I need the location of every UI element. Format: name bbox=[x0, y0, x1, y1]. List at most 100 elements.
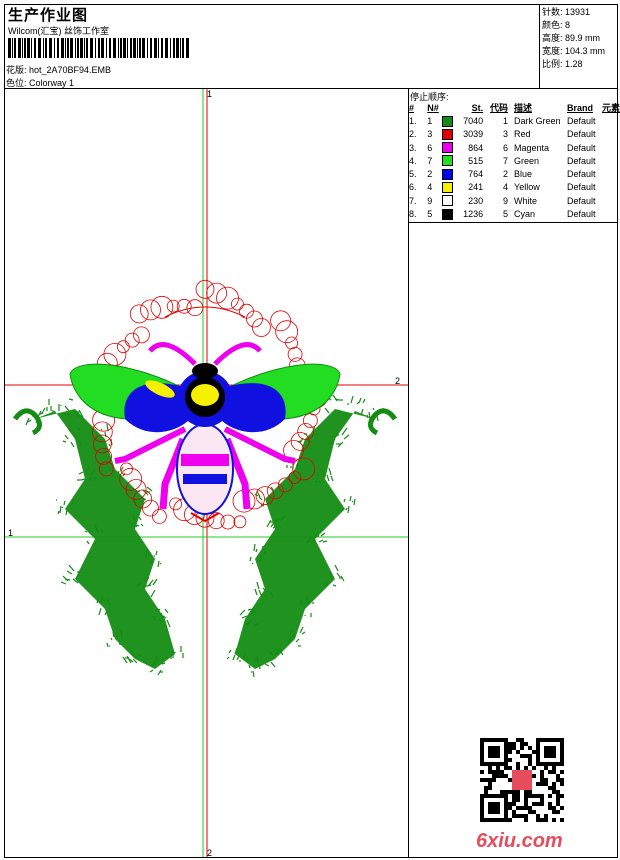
row-stitches: 764 bbox=[468, 169, 484, 180]
row-brand: Default bbox=[566, 155, 596, 166]
table-row: 3. 6 864 6 Magenta Default bbox=[409, 141, 620, 154]
row-element bbox=[602, 128, 620, 141]
row-brand: Default bbox=[566, 129, 596, 140]
color-swatch bbox=[439, 207, 455, 220]
table-row: 6. 4 241 4 Yellow Default bbox=[409, 181, 620, 194]
row-code: 5 bbox=[503, 209, 509, 220]
axis-label-right: 2 bbox=[395, 376, 401, 386]
col-header-swatch bbox=[439, 101, 455, 114]
stop-sequence-table: # N# St. 代码 描述 Brand 元素 1. 1 7040 1 Dark Gre… bbox=[409, 101, 620, 221]
row-element bbox=[602, 167, 620, 180]
axis-label-left: 1 bbox=[8, 528, 14, 538]
design-ratio: 比例: 1.28 bbox=[542, 59, 583, 69]
row-brand: Default bbox=[566, 195, 596, 206]
row-stitches: 230 bbox=[468, 195, 484, 206]
axis-label-bottom: 2 bbox=[207, 848, 213, 858]
row-code: 6 bbox=[503, 142, 509, 153]
row-description: Dark Green bbox=[514, 115, 561, 126]
color-swatch bbox=[439, 154, 455, 167]
table-row: 5. 2 764 2 Blue Default bbox=[409, 167, 620, 180]
table-row: 1. 1 7040 1 Dark Green Default bbox=[409, 114, 620, 127]
color-swatch bbox=[439, 141, 455, 154]
row-element bbox=[602, 141, 620, 154]
row-index: 1. bbox=[409, 115, 417, 126]
row-element bbox=[602, 194, 620, 207]
qr-code-icon[interactable] bbox=[480, 738, 564, 822]
table-row: 7. 9 230 9 White Default bbox=[409, 194, 620, 207]
studio-name: Wilcom(汇宝) 丝饰工作室 bbox=[8, 26, 109, 36]
row-needle: 3 bbox=[427, 129, 433, 140]
color-swatch bbox=[439, 194, 455, 207]
row-element bbox=[602, 207, 620, 220]
row-description: Yellow bbox=[514, 182, 540, 193]
design-width: 宽度: 104.3 mm bbox=[542, 46, 606, 56]
row-brand: Default bbox=[566, 115, 596, 126]
table-row: 2. 3 3039 3 Red Default bbox=[409, 128, 620, 141]
color-count: 颜色: 8 bbox=[542, 20, 571, 30]
row-description: Blue bbox=[514, 169, 533, 180]
row-element bbox=[602, 154, 620, 167]
color-swatch bbox=[439, 167, 455, 180]
row-needle: 1 bbox=[427, 115, 433, 126]
row-stitches: 241 bbox=[468, 182, 484, 193]
col-header-index: # bbox=[409, 102, 415, 113]
row-index: 2. bbox=[409, 129, 417, 140]
design-height: 高度: 89.9 mm bbox=[542, 33, 601, 43]
row-needle: 6 bbox=[427, 142, 433, 153]
row-code: 7 bbox=[503, 155, 509, 166]
row-description: Red bbox=[514, 129, 531, 140]
row-index: 3. bbox=[409, 142, 417, 153]
design-stats: 针数: 13931 颜色: 8 高度: 89.9 mm 宽度: 104.3 mm… bbox=[542, 6, 605, 71]
row-code: 9 bbox=[503, 195, 509, 206]
colorway-label: 色位: Colorway 1 bbox=[6, 78, 75, 88]
row-stitches: 515 bbox=[468, 155, 484, 166]
row-code: 2 bbox=[503, 169, 509, 180]
table-row: 8. 5 1236 5 Cyan Default bbox=[409, 207, 620, 220]
stitch-count: 针数: 13931 bbox=[542, 7, 591, 17]
row-element bbox=[602, 181, 620, 194]
stats-divider bbox=[539, 4, 540, 88]
col-header-needle: N# bbox=[427, 102, 439, 113]
row-needle: 7 bbox=[427, 155, 433, 166]
row-description: Green bbox=[514, 155, 540, 166]
col-header-brand: Brand bbox=[566, 102, 593, 113]
row-stitches: 7040 bbox=[463, 115, 484, 126]
row-code: 4 bbox=[503, 182, 509, 193]
design-preview bbox=[5, 89, 408, 857]
color-swatch bbox=[439, 181, 455, 194]
col-header-stitches: St. bbox=[471, 102, 484, 113]
row-brand: Default bbox=[566, 169, 596, 180]
row-brand: Default bbox=[566, 142, 596, 153]
row-index: 4. bbox=[409, 155, 417, 166]
row-stitches: 1236 bbox=[463, 209, 484, 220]
row-stitches: 3039 bbox=[463, 129, 484, 140]
row-description: Magenta bbox=[514, 142, 550, 153]
row-element bbox=[602, 114, 620, 127]
design-file-name: 花版: hot_2A70BF94.EMB bbox=[6, 65, 112, 75]
row-code: 3 bbox=[503, 129, 509, 140]
row-description: Cyan bbox=[514, 209, 536, 220]
row-needle: 5 bbox=[427, 209, 433, 220]
row-brand: Default bbox=[566, 209, 596, 220]
row-description: White bbox=[514, 195, 538, 206]
color-swatch bbox=[439, 114, 455, 127]
row-index: 5. bbox=[409, 169, 417, 180]
row-stitches: 864 bbox=[468, 142, 484, 153]
color-swatch bbox=[439, 128, 455, 141]
barcode-icon bbox=[8, 38, 189, 58]
page-title: 生产作业图 bbox=[8, 7, 89, 24]
col-header-element: 元素 bbox=[601, 103, 620, 114]
table-row: 4. 7 515 7 Green Default bbox=[409, 154, 620, 167]
table-divider bbox=[408, 222, 618, 223]
row-needle: 9 bbox=[427, 195, 433, 206]
col-header-code: 代码 bbox=[490, 103, 509, 114]
row-index: 8. bbox=[409, 209, 417, 220]
col-header-description: 描述 bbox=[514, 103, 533, 114]
table-header-row: # N# St. 代码 描述 Brand 元素 bbox=[409, 101, 620, 114]
site-logo: 6xiu.com bbox=[476, 830, 563, 852]
row-brand: Default bbox=[566, 182, 596, 193]
row-code: 1 bbox=[503, 115, 509, 126]
row-needle: 4 bbox=[427, 182, 433, 193]
row-needle: 2 bbox=[427, 169, 433, 180]
row-index: 7. bbox=[409, 195, 417, 206]
